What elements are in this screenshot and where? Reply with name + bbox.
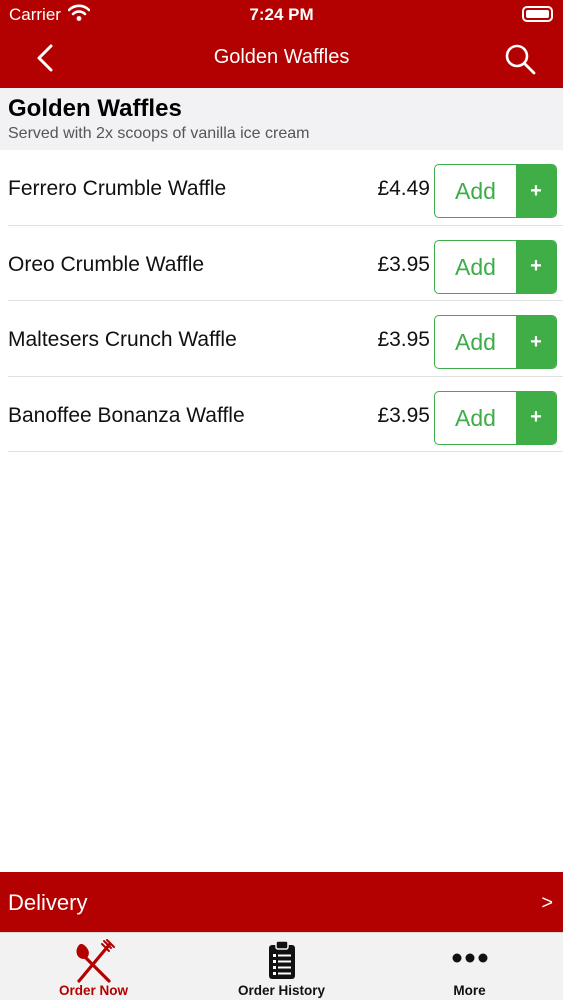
tab-label: More [453,983,486,998]
add-button-label: Add [455,404,496,431]
item-price: £3.95 [377,328,430,352]
category-header: Golden Waffles Served with 2x scoops of … [0,88,563,150]
plus-icon: + [516,240,556,293]
search-icon[interactable] [503,42,537,76]
chevron-right-icon: > [541,892,553,914]
tab-bar: Order Now Order History More [0,932,563,1000]
add-button-label: Add [455,253,496,280]
category-title: Golden Waffles [8,95,182,122]
add-button-label: Add [455,329,496,356]
more-dots-icon [451,951,489,969]
delivery-bar[interactable]: Delivery > [0,872,563,932]
plus-icon: + [516,391,556,444]
delivery-label: Delivery [8,890,88,915]
list-item: Maltesers Crunch Waffle £3.95 Add + [8,301,563,377]
item-name: Oreo Crumble Waffle [8,252,205,276]
menu-item-list: Ferrero Crumble Waffle £4.49 Add + Oreo … [8,150,563,453]
list-item: Ferrero Crumble Waffle £4.49 Add + [8,150,563,226]
tab-label: Order Now [58,983,128,998]
navigation-bar: Golden Waffles [0,30,563,88]
fork-knife-icon [71,939,117,988]
item-price: £3.95 [377,403,430,427]
list-item: Banoffee Bonanza Waffle £3.95 Add + [8,377,563,453]
category-subtitle: Served with 2x scoops of vanilla ice cre… [8,125,310,142]
tab-more[interactable]: More [376,933,563,1000]
tab-order-history[interactable]: Order History [188,933,375,1000]
clipboard-list-icon [267,939,297,986]
item-price: £4.49 [377,177,430,200]
add-item-button[interactable]: Add + [434,390,557,445]
add-item-button[interactable]: Add + [434,239,557,294]
tab-order-now[interactable]: Order Now [0,933,187,1000]
battery-icon [522,6,553,22]
add-item-button[interactable]: Add + [434,315,557,370]
list-item: Oreo Crumble Waffle £3.95 Add + [8,226,563,302]
status-time: 7:24 PM [249,5,314,24]
item-name: Maltesers Crunch Waffle [8,328,237,352]
plus-icon: + [516,316,556,369]
tab-label: Order History [237,983,326,998]
plus-icon: + [516,165,556,217]
item-name: Banoffee Bonanza Waffle [8,403,245,427]
item-price: £3.95 [377,252,430,276]
add-item-button[interactable]: Add + [434,164,557,218]
page-title: Golden Waffles [213,46,350,68]
add-button-label: Add [455,178,496,204]
item-name: Ferrero Crumble Waffle [8,177,227,200]
status-bar: Carrier 7:24 PM [0,0,563,30]
